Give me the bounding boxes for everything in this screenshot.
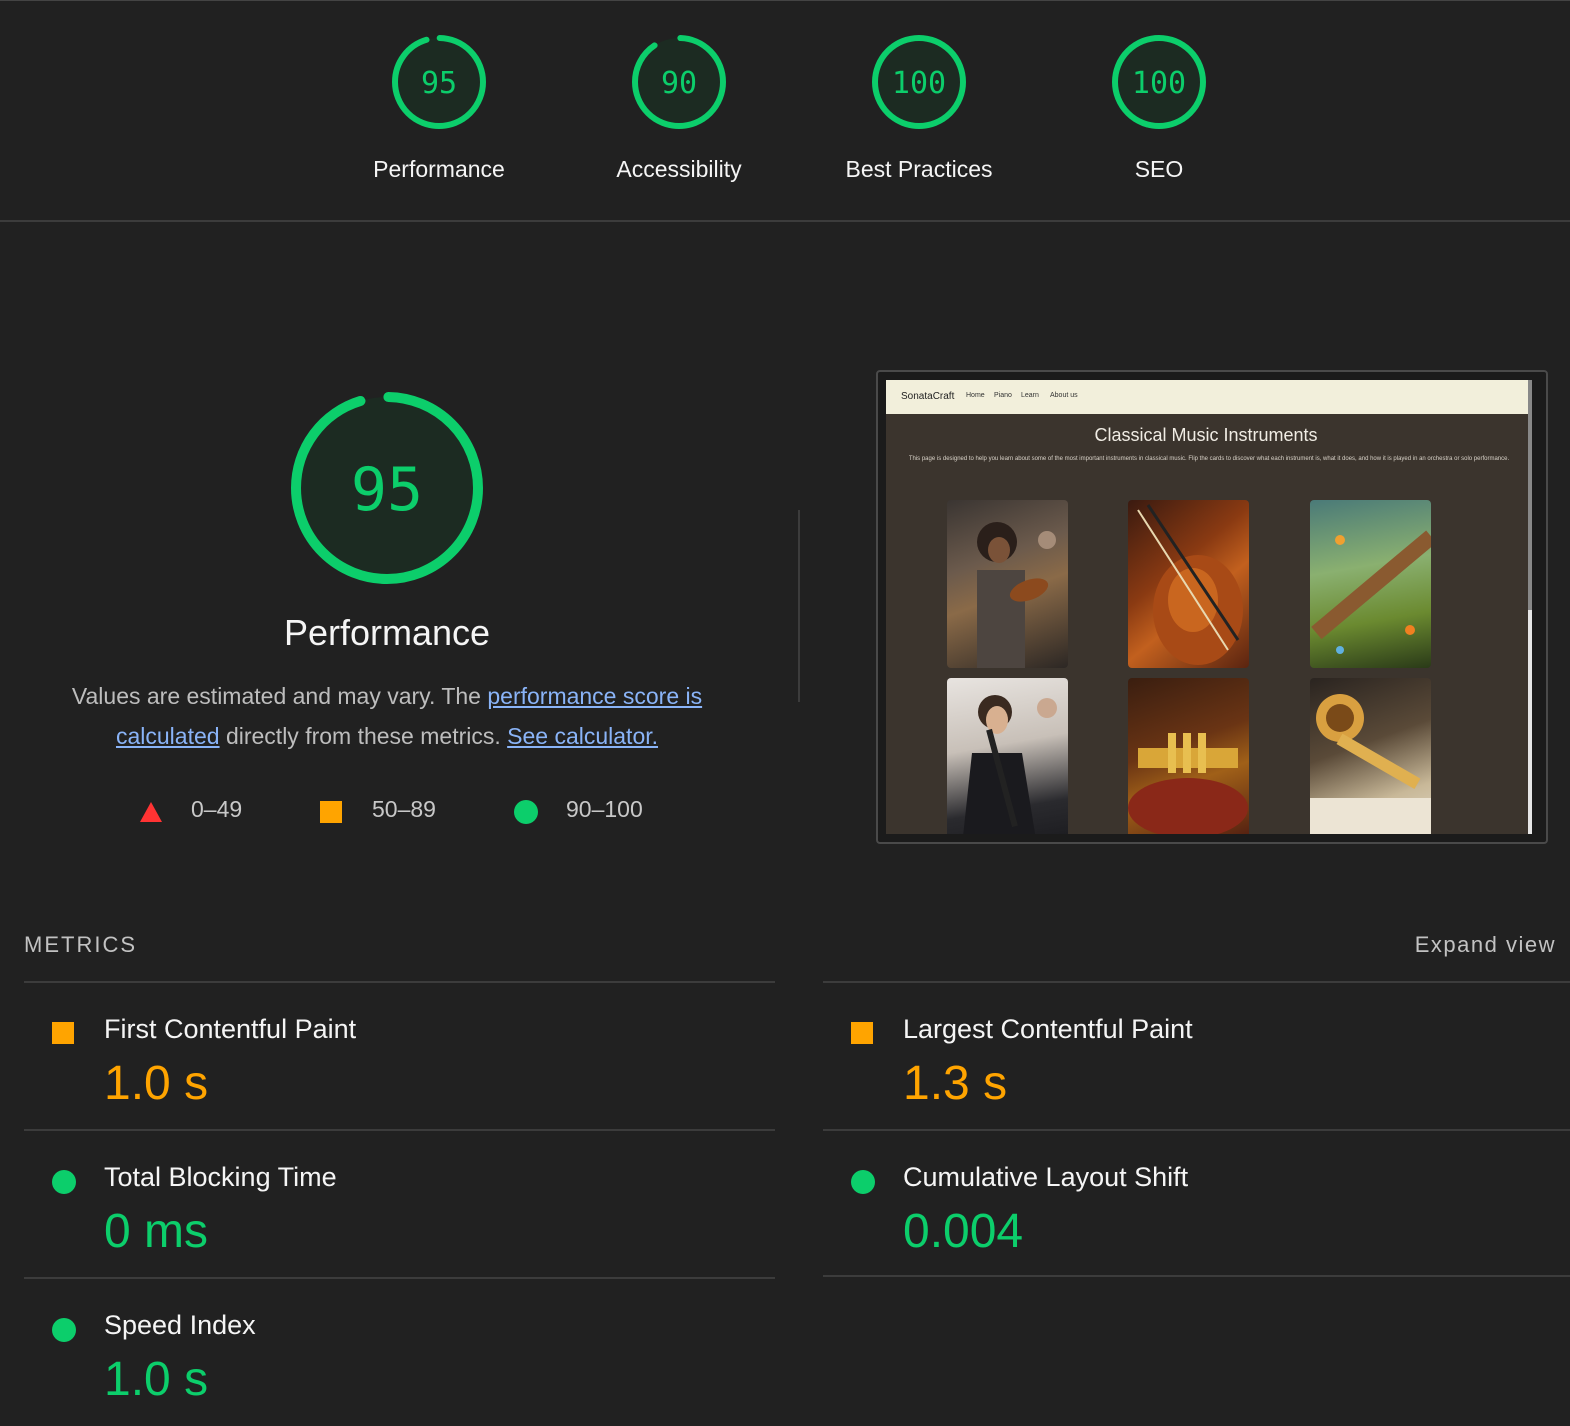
metrics-divider <box>823 981 1570 983</box>
screenshot-nav-link: About us <box>1050 392 1078 399</box>
metrics-divider <box>24 1277 775 1279</box>
desc-text: directly from these metrics. <box>219 723 508 749</box>
gauge-ring: 100 <box>1112 35 1206 129</box>
metric-name: Cumulative Layout Shift <box>903 1162 1189 1192</box>
gauge-label: Accessibility <box>616 156 742 182</box>
trumpet-gold-image <box>1128 678 1249 834</box>
score-summary: 95 Performance 90 Accessibility 100 Best… <box>0 0 1570 221</box>
desc-text: Values are estimated and may vary. The <box>71 683 488 709</box>
gauge-label: SEO <box>1134 156 1184 182</box>
metric-total-blocking-time[interactable]: Total Blocking Time 0 ms <box>24 1138 724 1278</box>
metric-value: 1.0 s <box>104 1353 209 1406</box>
metric-name: First Contentful Paint <box>104 1014 357 1044</box>
metric-value: 1.0 s <box>104 1057 209 1110</box>
legend-range: 0–49 <box>191 796 243 822</box>
metrics-heading: METRICS <box>24 932 137 957</box>
legend-range: 90–100 <box>566 796 643 822</box>
flute-image <box>1310 500 1431 668</box>
performance-gauge: 95 <box>291 392 483 584</box>
metric-value: 1.3 s <box>903 1057 1008 1110</box>
pass-circle-icon <box>52 1170 76 1194</box>
average-square-icon <box>851 1022 873 1044</box>
gauge-seo[interactable]: 100 SEO <box>1039 32 1279 183</box>
vertical-divider <box>798 510 800 702</box>
gauge-score: 95 <box>421 66 457 101</box>
gauge-best-practices[interactable]: 100 Best Practices <box>799 32 1039 183</box>
metric-name: Largest Contentful Paint <box>903 1014 1193 1044</box>
performance-description: Values are estimated and may vary. The p… <box>40 676 734 756</box>
metrics-divider <box>823 1275 1570 1277</box>
gauge-ring: 90 <box>632 35 726 129</box>
gauge-performance[interactable]: 95 Performance <box>319 32 559 183</box>
metric-name: Speed Index <box>104 1310 256 1340</box>
square-icon <box>320 801 342 823</box>
circle-icon <box>514 800 538 824</box>
page-screenshot[interactable]: SonataCraft Home Piano Learn About us Cl… <box>876 370 1548 844</box>
triangle-icon <box>140 802 162 822</box>
metrics-divider <box>823 1129 1570 1131</box>
gauge-label: Performance <box>373 156 505 182</box>
screenshot-viewport: SonataCraft Home Piano Learn About us Cl… <box>886 380 1532 834</box>
screenshot-navbar: SonataCraft Home Piano Learn About us <box>886 380 1532 414</box>
clarinetist-image <box>947 678 1068 834</box>
metric-value: 0 ms <box>104 1205 209 1258</box>
metric-speed-index[interactable]: Speed Index 1.0 s <box>24 1286 724 1426</box>
gauge-accessibility[interactable]: 90 Accessibility <box>559 32 799 183</box>
average-square-icon <box>52 1022 74 1044</box>
gauge-score: 90 <box>661 66 697 101</box>
metrics-divider <box>24 981 775 983</box>
screenshot-title: Classical Music Instruments <box>1094 425 1318 445</box>
pass-circle-icon <box>851 1170 875 1194</box>
screenshot-nav-link: Learn <box>1021 392 1039 399</box>
performance-title: Performance <box>283 612 491 653</box>
pass-circle-icon <box>52 1318 76 1342</box>
legend-range: 50–89 <box>372 796 436 822</box>
metric-value: 0.004 <box>903 1205 1024 1258</box>
metric-first-contentful-paint[interactable]: First Contentful Paint 1.0 s <box>24 990 724 1130</box>
metric-largest-contentful-paint[interactable]: Largest Contentful Paint 1.3 s <box>823 990 1523 1130</box>
violinist-image <box>947 500 1068 668</box>
see-calculator-link[interactable]: See calculator. <box>507 723 658 749</box>
screenshot-nav-link: Home <box>966 392 985 399</box>
metric-name: Total Blocking Time <box>104 1162 337 1192</box>
trumpet-score-image <box>1310 678 1431 834</box>
summary-divider <box>0 220 1570 222</box>
gauge-label: Best Practices <box>845 156 993 182</box>
gauge-score: 100 <box>1132 66 1186 101</box>
performance-score: 95 <box>351 455 423 525</box>
screenshot-scrollbar <box>1528 380 1532 834</box>
screenshot-brand: SonataCraft <box>901 391 955 402</box>
screenshot-nav-link: Piano <box>994 392 1012 399</box>
gauge-ring: 95 <box>392 35 486 129</box>
metrics-divider <box>24 1129 775 1131</box>
expand-view-button[interactable]: Expand view <box>1415 932 1556 958</box>
metric-cumulative-layout-shift[interactable]: Cumulative Layout Shift 0.004 <box>823 1138 1523 1278</box>
gauge-score: 100 <box>892 66 946 101</box>
gauge-ring: 100 <box>872 35 966 129</box>
screenshot-description: This page is designed to help you learn … <box>908 456 1510 462</box>
violin-image <box>1128 500 1249 668</box>
